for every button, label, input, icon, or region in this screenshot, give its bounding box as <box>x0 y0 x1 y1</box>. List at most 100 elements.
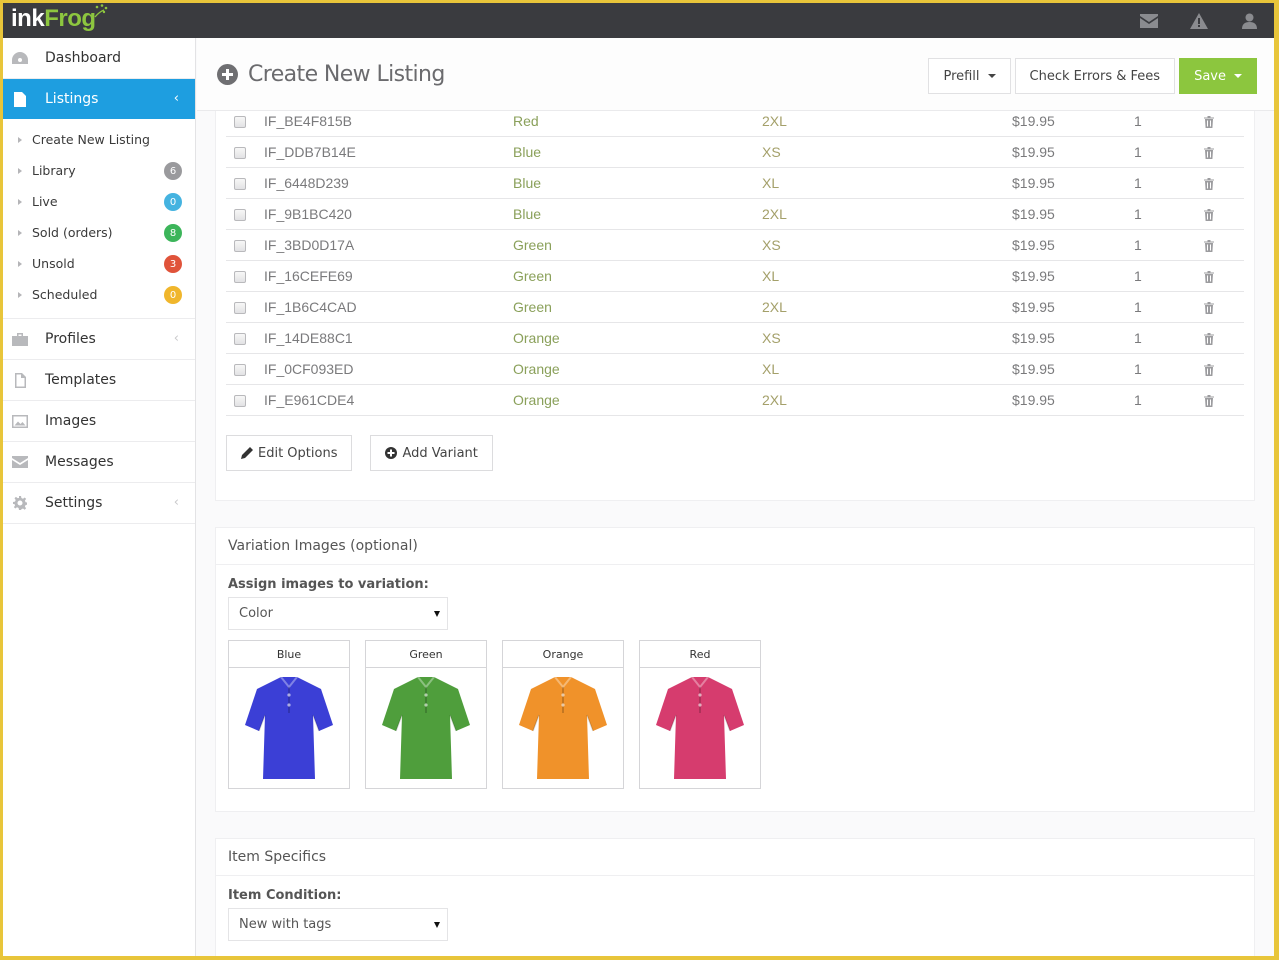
pencil-icon <box>241 447 253 459</box>
sku-cell: IF_9B1BC420 <box>264 206 352 222</box>
polo-shirt-icon <box>656 676 744 779</box>
check-errors-fees-button[interactable]: Check Errors & Fees <box>1014 58 1176 94</box>
submenu-item-library[interactable]: Library 6 <box>3 155 195 186</box>
quantity-cell: 1 <box>1134 392 1142 408</box>
submenu-item-label: Live <box>32 194 58 209</box>
row-checkbox[interactable] <box>234 271 246 283</box>
size-cell: 2XL <box>762 392 787 408</box>
polo-shirt-image <box>503 668 623 788</box>
count-badge: 6 <box>164 162 182 180</box>
row-checkbox[interactable] <box>234 116 246 128</box>
submenu-item-sold[interactable]: Sold (orders) 8 <box>3 217 195 248</box>
sidebar-item-images[interactable]: Images <box>3 401 195 442</box>
warning-icon <box>1190 12 1208 29</box>
quantity-cell: 1 <box>1134 237 1142 253</box>
page-title-text: Create New Listing <box>248 62 445 87</box>
variation-image-swatch[interactable]: Green <box>365 640 487 789</box>
submenu-item-unsold[interactable]: Unsold 3 <box>3 248 195 279</box>
trash-icon[interactable] <box>1204 146 1214 162</box>
size-cell: XL <box>762 175 780 191</box>
submenu-item-live[interactable]: Live 0 <box>3 186 195 217</box>
sku-cell: IF_E961CDE4 <box>264 392 355 408</box>
item-condition-label: Item Condition: <box>228 888 342 903</box>
item-condition-select[interactable]: New with tags <box>228 908 448 941</box>
caret-down-icon <box>434 611 440 617</box>
trash-icon[interactable] <box>1204 363 1214 379</box>
sidebar-item-templates[interactable]: Templates <box>3 360 195 401</box>
plus-circle-icon <box>385 447 398 459</box>
trash-icon[interactable] <box>1204 177 1214 193</box>
sidebar-item-listings[interactable]: Listings ‹ <box>3 79 195 119</box>
panel-title: Variation Images (optional) <box>216 528 1254 565</box>
trash-icon[interactable] <box>1204 301 1214 317</box>
row-checkbox[interactable] <box>234 147 246 159</box>
inkfrog-logo[interactable]: inkFrog <box>11 4 108 36</box>
table-row: IF_6448D239 Blue XL $19.95 1 <box>226 168 1244 199</box>
prefill-button[interactable]: Prefill <box>928 58 1011 94</box>
submenu-item-label: Library <box>32 163 76 178</box>
sidebar-item-messages[interactable]: Messages <box>3 442 195 483</box>
caret-right-icon <box>18 260 22 267</box>
trash-icon[interactable] <box>1204 208 1214 224</box>
quantity-cell: 1 <box>1134 206 1142 222</box>
submenu-item-scheduled[interactable]: Scheduled 0 <box>3 279 195 310</box>
variation-select[interactable]: Color <box>228 597 448 630</box>
row-checkbox[interactable] <box>234 302 246 314</box>
page-header: Create New Listing Prefill Check Errors … <box>197 38 1274 111</box>
envelope-icon <box>1140 13 1158 28</box>
user-top-button[interactable] <box>1224 3 1274 38</box>
color-cell: Green <box>513 299 552 315</box>
sidebar-item-profiles[interactable]: Profiles ‹ <box>3 319 195 360</box>
row-checkbox[interactable] <box>234 240 246 252</box>
count-badge: 8 <box>164 224 182 242</box>
add-variant-button[interactable]: Add Variant <box>370 435 493 471</box>
caret-right-icon <box>18 291 22 298</box>
variation-image-swatch[interactable]: Red <box>639 640 761 789</box>
trash-icon[interactable] <box>1204 332 1214 348</box>
alerts-top-button[interactable] <box>1174 3 1224 38</box>
color-cell: Blue <box>513 175 542 191</box>
size-cell: 2XL <box>762 113 787 129</box>
chevron-left-icon: ‹ <box>173 495 179 510</box>
variation-image-swatch[interactable]: Blue <box>228 640 350 789</box>
polo-shirt-image <box>229 668 349 788</box>
sku-cell: IF_BE4F815B <box>264 113 352 129</box>
messages-top-button[interactable] <box>1124 3 1174 38</box>
table-row: IF_16CEFE69 Green XL $19.95 1 <box>226 261 1244 292</box>
size-cell: XS <box>762 237 781 253</box>
submenu-item-create-new-listing[interactable]: Create New Listing <box>3 124 195 155</box>
row-checkbox[interactable] <box>234 209 246 221</box>
row-checkbox[interactable] <box>234 364 246 376</box>
sku-cell: IF_6448D239 <box>264 175 349 191</box>
submenu-item-label: Sold (orders) <box>32 225 113 240</box>
row-checkbox[interactable] <box>234 395 246 407</box>
variation-image-swatch[interactable]: Orange <box>502 640 624 789</box>
check-errors-label: Check Errors & Fees <box>1029 68 1161 84</box>
trash-icon[interactable] <box>1204 239 1214 255</box>
app-window: inkFrog Dashboard Listings ‹ Create New … <box>3 3 1274 956</box>
edit-options-button[interactable]: Edit Options <box>226 435 353 471</box>
quantity-cell: 1 <box>1134 299 1142 315</box>
quantity-cell: 1 <box>1134 113 1142 129</box>
trash-icon[interactable] <box>1204 270 1214 286</box>
add-variant-label: Add Variant <box>402 445 478 461</box>
save-button[interactable]: Save <box>1179 58 1257 94</box>
variants-panel: IF_BE4F815B Red 2XL $19.95 1 IF_DDB7B14E Blue X… <box>215 91 1255 501</box>
dashboard-icon <box>11 50 29 66</box>
row-checkbox[interactable] <box>234 333 246 345</box>
select-value: New with tags <box>239 917 332 932</box>
trash-icon[interactable] <box>1204 115 1214 131</box>
sidebar-item-settings[interactable]: Settings ‹ <box>3 483 195 524</box>
price-cell: $19.95 <box>1012 113 1055 129</box>
count-badge: 0 <box>164 193 182 211</box>
quantity-cell: 1 <box>1134 175 1142 191</box>
briefcase-icon <box>11 331 29 347</box>
trash-icon[interactable] <box>1204 394 1214 410</box>
color-cell: Green <box>513 237 552 253</box>
sku-cell: IF_DDB7B14E <box>264 144 356 160</box>
sidebar-item-dashboard[interactable]: Dashboard <box>3 38 195 79</box>
price-cell: $19.95 <box>1012 330 1055 346</box>
size-cell: XL <box>762 361 780 377</box>
swatch-label: Green <box>366 641 486 668</box>
row-checkbox[interactable] <box>234 178 246 190</box>
